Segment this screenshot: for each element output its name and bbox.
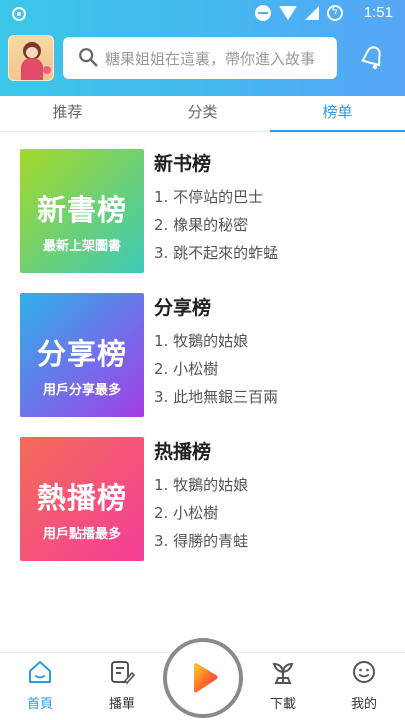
cover-title: 新書榜 (36, 193, 127, 227)
play-button[interactable] (163, 638, 243, 718)
ranking-item[interactable]: 2. 小松樹 (154, 499, 248, 527)
top-tabs: 推荐 分类 榜单 (0, 96, 405, 132)
notification-icon (12, 7, 26, 21)
ranking-items: 1. 牧鵝的姑娘 2. 小松樹 3. 得勝的青蛙 (154, 471, 248, 555)
ranking-item[interactable]: 1. 不停站的巴士 (154, 183, 278, 211)
do-not-disturb-icon (255, 5, 271, 21)
cover-subtitle: 用戶分享最多 (42, 383, 121, 398)
ranking-title: 分享榜 (154, 297, 212, 319)
cover-subtitle: 最新上架圖書 (42, 239, 121, 254)
nav-profile[interactable]: 我的 (334, 659, 394, 712)
ranking-title: 热播榜 (154, 441, 212, 463)
ranking-items: 1. 不停站的巴士 2. 橡果的秘密 3. 跳不起來的蚱蜢 (154, 183, 278, 267)
ranking-item[interactable]: 2. 小松樹 (154, 355, 278, 383)
app-header: 1:51 糖果姐姐在這裏，帶你進入故事 (0, 0, 405, 96)
tab-ranking[interactable]: 榜单 (270, 96, 405, 132)
search-bar[interactable]: 糖果姐姐在這裏，帶你進入故事 (63, 37, 337, 79)
ranking-cover[interactable]: 分享榜 用戶分享最多 (20, 293, 144, 417)
search-icon (77, 46, 101, 70)
nav-home-label: 首頁 (26, 697, 53, 712)
ranking-cover[interactable]: 新書榜 最新上架圖書 (20, 149, 144, 273)
nav-download-label: 下載 (269, 697, 296, 712)
home-icon (27, 659, 53, 685)
ranking-item[interactable]: 3. 得勝的青蛙 (154, 527, 248, 555)
cover-title: 分享榜 (36, 337, 127, 371)
signal-icon (305, 6, 319, 20)
ranking-item[interactable]: 2. 橡果的秘密 (154, 211, 278, 239)
wifi-icon (279, 6, 297, 20)
playlist-icon (109, 659, 136, 685)
cover-title: 熱播榜 (36, 481, 127, 515)
status-icons (255, 4, 343, 21)
ranking-title: 新书榜 (154, 153, 212, 175)
nav-playlist[interactable]: 播單 (92, 659, 152, 712)
status-bar: 1:51 (0, 0, 405, 28)
ranking-item[interactable]: 3. 跳不起來的蚱蜢 (154, 239, 278, 267)
ranking-items: 1. 牧鵝的姑娘 2. 小松樹 3. 此地無銀三百兩 (154, 327, 278, 411)
download-icon (270, 659, 296, 685)
ranking-item[interactable]: 1. 牧鵝的姑娘 (154, 471, 248, 499)
ranking-hot[interactable]: 熱播榜 用戶點播最多 热播榜 1. 牧鵝的姑娘 2. 小松樹 3. 得勝的青蛙 (20, 421, 390, 561)
ranking-new-books[interactable]: 新書榜 最新上架圖書 新书榜 1. 不停站的巴士 2. 橡果的秘密 3. 跳不起… (20, 133, 390, 273)
profile-icon (351, 659, 377, 685)
avatar-body (21, 58, 43, 80)
ranking-item[interactable]: 1. 牧鵝的姑娘 (154, 327, 278, 355)
search-placeholder: 糖果姐姐在這裏，帶你進入故事 (105, 49, 316, 68)
avatar-face (26, 47, 38, 58)
nav-download[interactable]: 下載 (253, 659, 313, 712)
avatar-flower (43, 66, 51, 74)
bell-icon[interactable] (355, 40, 389, 74)
user-avatar[interactable] (8, 35, 54, 81)
cover-subtitle: 用戶點播最多 (42, 527, 121, 542)
ranking-item[interactable]: 3. 此地無銀三百兩 (154, 383, 278, 411)
status-time: 1:51 (363, 4, 393, 21)
battery-charging-icon (327, 4, 343, 21)
play-icon (185, 660, 221, 696)
nav-profile-label: 我的 (350, 697, 377, 712)
nav-home[interactable]: 首頁 (10, 659, 70, 712)
nav-playlist-label: 播單 (108, 697, 135, 712)
ranking-shared[interactable]: 分享榜 用戶分享最多 分享榜 1. 牧鵝的姑娘 2. 小松樹 3. 此地無銀三百… (20, 277, 390, 417)
tab-category[interactable]: 分类 (135, 96, 270, 131)
tab-recommend[interactable]: 推荐 (0, 96, 135, 131)
ranking-cover[interactable]: 熱播榜 用戶點播最多 (20, 437, 144, 561)
